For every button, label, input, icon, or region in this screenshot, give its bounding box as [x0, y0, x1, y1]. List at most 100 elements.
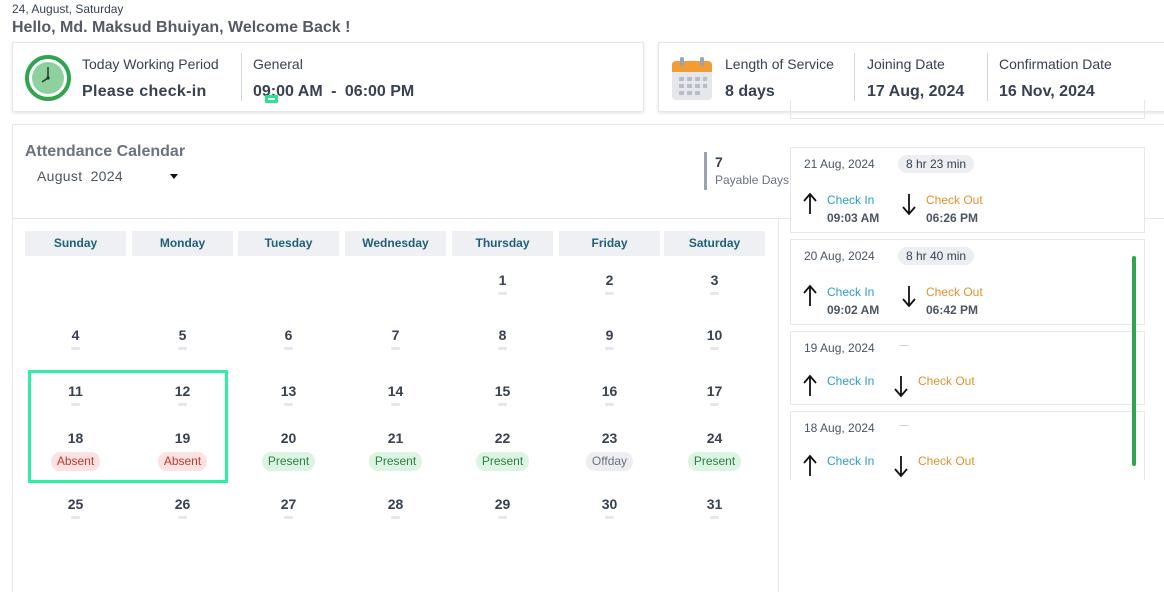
weekday-header-friday: Friday [559, 231, 660, 256]
calendar-day-23[interactable]: 23 Offday [559, 429, 660, 471]
weekday-header-saturday: Saturday [664, 231, 765, 256]
status-badge: Present [475, 452, 530, 471]
day-placeholder [178, 516, 187, 519]
calendar-title: Attendance Calendar [25, 143, 186, 160]
calendar-day-3[interactable]: 3 [664, 271, 765, 295]
day-number: 8 [498, 327, 507, 343]
calendar-day-27[interactable]: 27 [238, 495, 339, 519]
day-number: 22 [494, 430, 511, 446]
calendar-day-24[interactable]: 24 Present [664, 429, 765, 471]
stat-payable-days: 7 Payable Days [704, 152, 789, 190]
calendar-day-25[interactable]: 25 [25, 495, 126, 519]
day-number: 2 [605, 272, 614, 288]
arrow-down-icon [894, 376, 908, 398]
status-badge: Present [368, 452, 423, 471]
check-in-label: Check In [827, 374, 875, 388]
log-date: 19 Aug, 2024 [804, 341, 875, 355]
day-number: 29 [494, 496, 511, 512]
day-placeholder [605, 516, 614, 519]
day-number: 24 [706, 430, 723, 446]
date-line: 24, August, Saturday [12, 2, 124, 16]
day-placeholder [391, 403, 400, 406]
day-placeholder [710, 347, 719, 350]
duration-empty [899, 425, 909, 426]
day-number: 6 [284, 327, 293, 343]
working-period-value: Please check-in [82, 83, 207, 100]
scrollbar[interactable] [1132, 256, 1136, 466]
calendar-day-30[interactable]: 30 [559, 495, 660, 519]
month-name: August [37, 168, 83, 184]
check-out-label: Check Out [918, 374, 975, 388]
confirmation-date-value: 16 Nov, 2024 [999, 83, 1095, 100]
log-date: 18 Aug, 2024 [804, 421, 875, 435]
day-number: 9 [605, 327, 614, 343]
day-placeholder [391, 516, 400, 519]
log-date: 21 Aug, 2024 [804, 157, 875, 171]
arrow-down-icon [894, 456, 908, 478]
day-number: 21 [387, 430, 404, 446]
calendar-day-7[interactable]: 7 [345, 326, 446, 350]
day-placeholder [178, 347, 187, 350]
check-in-label: Check In [827, 454, 875, 468]
calendar-day-22[interactable]: 22 Present [452, 429, 553, 471]
attendance-log-item[interactable]: 20 Aug, 2024 8 hr 40 min Check In 09:02 AM C… [790, 239, 1145, 325]
day-placeholder [710, 403, 719, 406]
calendar-day-28[interactable]: 28 [345, 495, 446, 519]
calendar-day-14[interactable]: 14 [345, 382, 446, 406]
day-number: 1 [498, 272, 507, 288]
calendar-day-20[interactable]: 20 Present [238, 429, 339, 471]
attendance-log-item[interactable]: 19 Aug, 2024 Check In Check Out [790, 331, 1145, 405]
calendar-day-2[interactable]: 2 [559, 271, 660, 295]
chevron-down-icon[interactable] [170, 174, 178, 179]
day-placeholder [284, 403, 293, 406]
length-of-service-label: Length of Service [725, 56, 834, 72]
day-placeholder [71, 347, 80, 350]
day-placeholder [710, 292, 719, 295]
day-number: 25 [67, 496, 84, 512]
weekday-header-monday: Monday [132, 231, 233, 256]
calendar-day-1[interactable]: 1 [452, 271, 553, 295]
calendar-day-4[interactable]: 4 [25, 326, 126, 350]
arrow-up-icon [803, 284, 817, 306]
attendance-log-panel[interactable]: 21 Aug, 2024 8 hr 23 min Check In 09:03 AM C… [778, 100, 1154, 480]
calendar-day-16[interactable]: 16 [559, 382, 660, 406]
selection-highlight [28, 370, 228, 483]
calendar-day-31[interactable]: 31 [664, 495, 765, 519]
log-date: 20 Aug, 2024 [804, 249, 875, 263]
attendance-log-item[interactable]: 21 Aug, 2024 8 hr 23 min Check In 09:03 AM C… [790, 147, 1145, 233]
arrow-down-icon [902, 194, 916, 216]
welcome-message: Hello, Md. Maksud Bhuiyan, Welcome Back … [12, 19, 351, 36]
length-of-service-value: 8 days [725, 83, 775, 100]
calendar-day-9[interactable]: 9 [559, 326, 660, 350]
calendar-day-29[interactable]: 29 [452, 495, 553, 519]
status-badge: Present [261, 452, 316, 471]
day-number: 16 [601, 383, 618, 399]
calendar-day-15[interactable]: 15 [452, 382, 553, 406]
edit-marker[interactable] [265, 95, 278, 103]
calendar-day-26[interactable]: 26 [132, 495, 233, 519]
log-card-partial [790, 100, 1145, 119]
check-in-time: 09:03 AM [827, 211, 880, 225]
day-placeholder [284, 516, 293, 519]
calendar-day-6[interactable]: 6 [238, 326, 339, 350]
calendar-day-5[interactable]: 5 [132, 326, 233, 350]
check-in-label: Check In [827, 193, 875, 207]
calendar-day-8[interactable]: 8 [452, 326, 553, 350]
month-select[interactable]: August 2024 [37, 168, 123, 184]
day-number: 7 [391, 327, 400, 343]
status-badge: Offday [585, 452, 634, 471]
day-placeholder [498, 516, 507, 519]
shift-label: General [253, 56, 303, 72]
arrow-down-icon [902, 286, 916, 308]
check-out-time: 06:26 PM [926, 211, 979, 225]
day-number: 15 [494, 383, 511, 399]
day-number: 23 [601, 430, 618, 446]
calendar-day-17[interactable]: 17 [664, 382, 765, 406]
calendar-day-13[interactable]: 13 [238, 382, 339, 406]
day-number: 30 [601, 496, 618, 512]
attendance-log-item[interactable]: 18 Aug, 2024 Check In Check Out [790, 411, 1145, 480]
calendar-day-21[interactable]: 21 Present [345, 429, 446, 471]
day-number: 20 [280, 430, 297, 446]
month-year: 2024 [90, 168, 123, 184]
calendar-day-10[interactable]: 10 [664, 326, 765, 350]
